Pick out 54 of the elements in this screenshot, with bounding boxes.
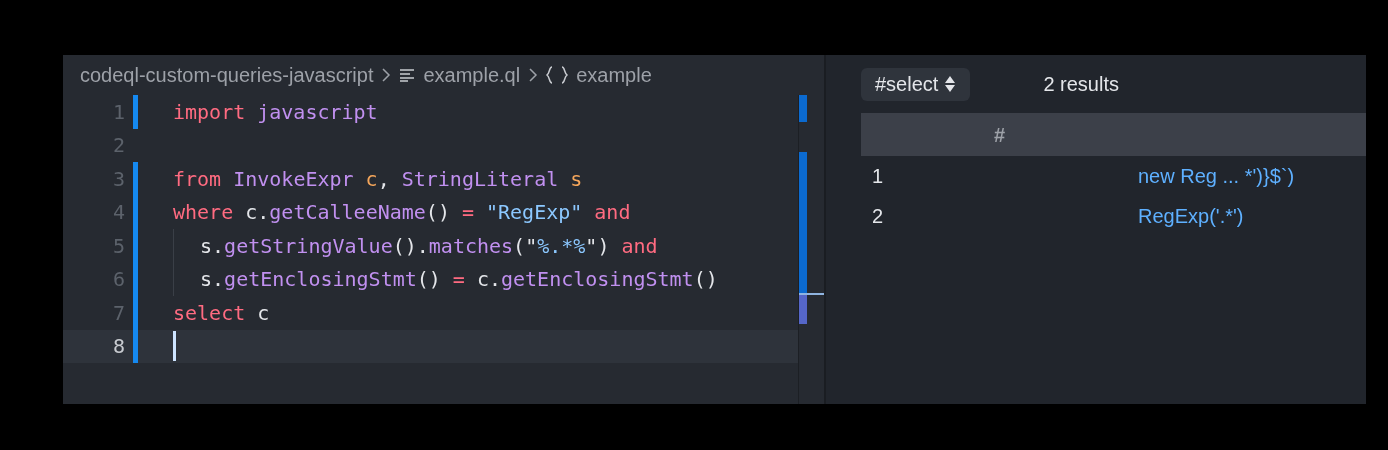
code-token: (). [392,232,429,260]
breadcrumb-item[interactable]: example.ql [423,60,521,90]
result-link[interactable]: new Reg ... *')}$`) [1138,161,1366,191]
chevron-icon [528,67,539,83]
code-token: () [416,266,441,294]
code-token: s. [200,232,225,260]
updown-icon [944,74,957,94]
breadcrumb-item[interactable]: codeql-custom-queries-javascript [80,60,374,90]
code-token: = [452,266,465,294]
code-token: getEnclosingStmt [501,266,694,294]
chevron-icon [381,67,392,83]
code-token: () [425,199,450,227]
code-token: s. [200,266,225,294]
line-number: 1 [111,98,125,126]
line-number: 4 [111,199,125,227]
code-token: %.*% [537,232,586,260]
code-token: c. [245,199,270,227]
result-link[interactable]: RegExp('.*') [1138,201,1366,231]
code-token: select [173,299,246,327]
braces-icon [546,66,569,84]
breadcrumb-item[interactable]: example [576,60,652,90]
code-token: (" [513,232,538,260]
code-token: getCalleeName [269,199,426,227]
line-number: 5 [111,232,125,260]
row-index: 1 [871,164,885,189]
code-token: matches [428,232,514,260]
code-token: c [257,299,270,327]
lines-icon [399,68,416,82]
code-token: getStringValue [224,232,393,260]
code-token: c [365,165,378,193]
code-token: , [377,165,390,193]
line-number: 7 [111,299,125,327]
code-token: c. [476,266,501,294]
row-index: 2 [871,204,885,229]
code-token: import [173,98,246,126]
line-number: 3 [111,165,125,193]
code-token: and [621,232,658,260]
line-number: 2 [111,132,125,160]
code-token: javascript [257,98,378,126]
result-count: 2 results [1043,72,1119,97]
code-token: () [693,266,718,294]
code-token: = [461,199,474,227]
code-token: where [173,199,234,227]
code-token: ") [585,232,610,260]
code-token: InvokeExpr [233,165,354,193]
code-token: and [594,199,631,227]
line-number: 6 [111,266,125,294]
line-number: 8 [111,333,125,361]
result-set-select[interactable]: #select [861,67,971,101]
code-token: StringLiteral [401,165,559,193]
code-token: getEnclosingStmt [224,266,417,294]
code-token: from [173,165,222,193]
code-token: s [570,165,583,193]
code-token: "RegExp" [486,199,583,227]
